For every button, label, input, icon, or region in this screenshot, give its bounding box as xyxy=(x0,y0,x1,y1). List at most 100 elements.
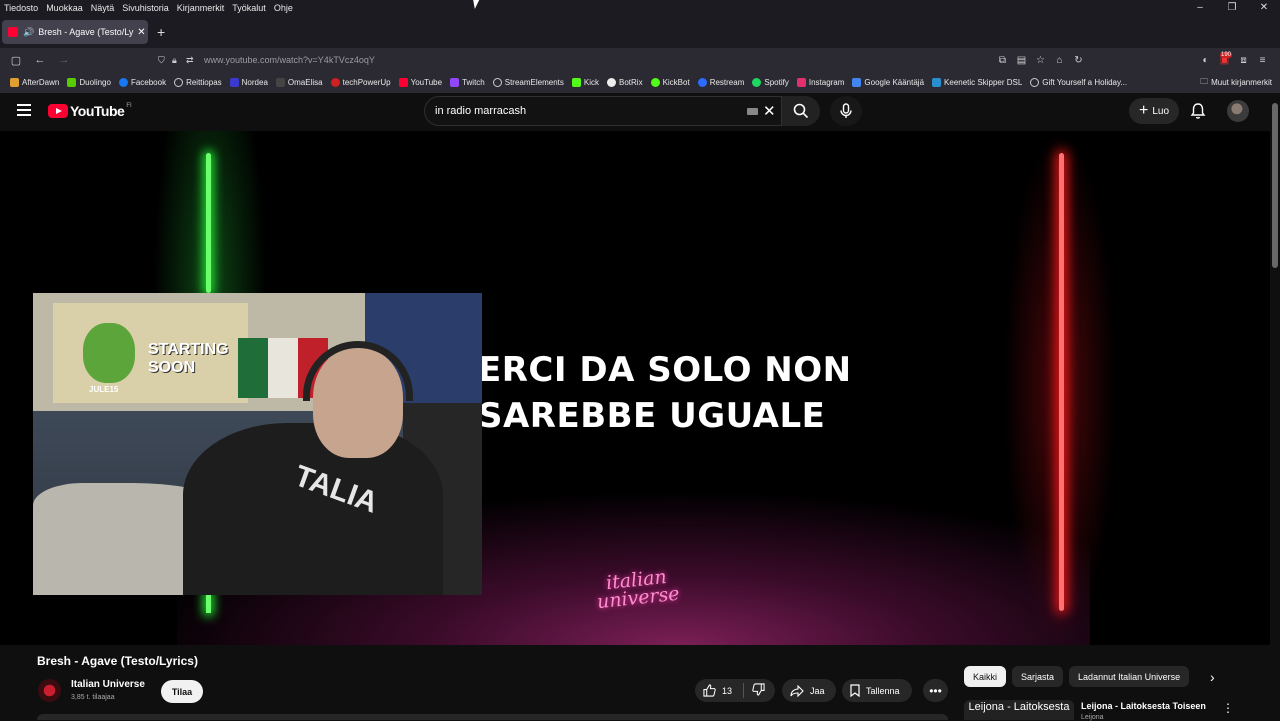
shield-icon[interactable]: ⛉ xyxy=(158,55,172,66)
bookmark-spotify[interactable]: Spotify xyxy=(752,78,789,87)
permissions-icon[interactable]: ⇄ xyxy=(186,55,200,66)
bookmark-techpowerup[interactable]: techPowerUp xyxy=(330,78,391,87)
home-icon[interactable]: ⌂ xyxy=(1050,55,1069,66)
search-query[interactable]: in radio marracash xyxy=(435,105,526,117)
dislike-button[interactable] xyxy=(744,683,765,698)
speaker-icon[interactable]: 🔊 xyxy=(23,27,34,38)
bookmark-keenetic[interactable]: Keenetic Skipper DSL xyxy=(932,78,1022,87)
page-scrollbar[interactable] xyxy=(1270,93,1280,720)
screenshot-icon[interactable]: ⧉ xyxy=(993,55,1012,66)
bookmark-duolingo[interactable]: Duolingo xyxy=(67,78,111,87)
notifications-button[interactable] xyxy=(1190,102,1206,125)
other-bookmarks[interactable]: 🗀 Muut kirjanmerkit xyxy=(1200,72,1272,93)
omaelisa-icon xyxy=(275,78,285,87)
bookmark-streamelements[interactable]: StreamElements xyxy=(492,78,564,87)
extension-dark-icon[interactable]: ◐ xyxy=(1196,55,1215,66)
menu-bookmarks[interactable]: Kirjanmerkit xyxy=(173,3,229,13)
menu-history[interactable]: Sivuhistoria xyxy=(118,3,173,13)
tab-active[interactable]: 🔊 Bresh - Agave (Testo/Lyrics) ✕ xyxy=(2,20,148,44)
bookmark-label: Gift Yourself a Holiday... xyxy=(1042,78,1128,87)
bookmark-google-translate[interactable]: Google Kääntäjä xyxy=(852,78,924,87)
menu-file[interactable]: Tiedosto xyxy=(0,3,42,13)
url-text[interactable]: www.youtube.com/watch?v=Y4kTVcz4oqY xyxy=(204,55,375,65)
chevron-right-icon[interactable]: › xyxy=(1210,669,1215,685)
menu-tools[interactable]: Työkalut xyxy=(228,3,270,13)
menu-edit[interactable]: Muokkaa xyxy=(42,3,87,13)
search-icon xyxy=(793,103,809,119)
bookmark-star-icon[interactable]: ☆ xyxy=(1031,55,1050,66)
channel-avatar[interactable] xyxy=(38,679,61,702)
poster-text: STARTING SOON xyxy=(148,341,229,377)
bookmark-kickbot[interactable]: KickBot xyxy=(650,78,690,87)
green-neon-bar-bottom xyxy=(206,593,211,613)
channel-name[interactable]: Italian Universe xyxy=(71,679,145,690)
bookmark-label: Google Kääntäjä xyxy=(864,78,925,87)
description-box[interactable] xyxy=(37,714,948,720)
scrollbar-thumb[interactable] xyxy=(1272,103,1278,268)
like-button[interactable]: 13 xyxy=(695,684,743,697)
youtube-logo[interactable]: YouTube FI xyxy=(48,103,132,119)
window-controls: – ❐ ✕ xyxy=(1184,0,1280,16)
create-label: Luo xyxy=(1152,105,1170,117)
bookmark-label: YouTube xyxy=(410,78,443,87)
bookmark-restream[interactable]: Restream xyxy=(697,78,745,87)
bookmark-label: StreamElements xyxy=(504,78,564,87)
search-input[interactable]: in radio marracash ✕ xyxy=(424,96,782,126)
save-button[interactable]: Tallenna xyxy=(842,679,912,702)
recommendation-menu-icon[interactable]: ⋮ xyxy=(1222,701,1234,715)
clear-search-icon[interactable]: ✕ xyxy=(763,102,776,120)
search-button[interactable] xyxy=(782,96,820,126)
restore-icon[interactable]: ❐ xyxy=(1216,0,1248,16)
chip-series[interactable]: Sarjasta xyxy=(1012,666,1064,687)
bookmark-reittiopas[interactable]: Reittiopas xyxy=(174,78,222,87)
app-menu-icon[interactable]: ≡ xyxy=(1253,55,1272,66)
keyboard-icon[interactable] xyxy=(747,108,758,115)
new-tab-icon[interactable]: + xyxy=(157,24,165,40)
extensions-icon[interactable]: ⧈ xyxy=(1234,55,1253,66)
recommendation-thumbnail[interactable]: Leijona - Laitoksesta xyxy=(964,700,1074,720)
sidebar-icon[interactable]: ▢ xyxy=(4,54,28,67)
menu-help[interactable]: Ohje xyxy=(270,3,297,13)
forward-icon[interactable]: → xyxy=(52,54,76,66)
bookmark-afterdawn[interactable]: AfterDawn xyxy=(10,78,59,87)
bookmark-omaelisa[interactable]: OmaElisa xyxy=(275,78,323,87)
techpowerup-icon xyxy=(330,78,340,87)
extension-badge-icon[interactable]: ▣ 190 xyxy=(1215,51,1234,66)
recommendation-title[interactable]: Leijona - Laitoksesta Toiseen xyxy=(1081,701,1206,711)
url-bar[interactable]: ⛉ 🔒︎ ⇄ www.youtube.com/watch?v=Y4kTVcz4o… xyxy=(154,50,990,70)
bookmark-kick[interactable]: Kick xyxy=(571,78,599,87)
hamburger-menu-icon[interactable] xyxy=(17,104,31,119)
reader-view-icon[interactable]: ▤ xyxy=(1012,55,1031,66)
tab-close-icon[interactable]: ✕ xyxy=(137,27,145,38)
bookmark-youtube[interactable]: YouTube xyxy=(398,78,443,87)
bookmark-label: Restream xyxy=(709,78,745,87)
youtube-play-icon xyxy=(48,104,68,118)
bookmark-label: Duolingo xyxy=(79,78,111,87)
reload-icon[interactable]: ↻ xyxy=(1069,55,1088,66)
more-actions-button[interactable]: ••• xyxy=(923,679,948,702)
bookmark-label: techPowerUp xyxy=(342,78,391,87)
menu-view[interactable]: Näytä xyxy=(87,3,119,13)
chip-all[interactable]: Kaikki xyxy=(964,666,1007,687)
bookmark-label: OmaElisa xyxy=(287,78,323,87)
bookmark-label: Twitch xyxy=(462,78,485,87)
chip-uploaded-by[interactable]: Ladannut Italian Universe xyxy=(1069,666,1190,687)
close-window-icon[interactable]: ✕ xyxy=(1248,0,1280,16)
bookmark-facebook[interactable]: Facebook xyxy=(118,78,166,87)
bookmark-twitch[interactable]: Twitch xyxy=(450,78,485,87)
bookmark-gift[interactable]: Gift Yourself a Holiday... xyxy=(1030,78,1127,87)
share-button[interactable]: Jaa xyxy=(782,679,836,702)
lock-icon[interactable]: 🔒︎ xyxy=(172,55,186,66)
video-player[interactable]: ERCI DA SOLO NON SAREBBE UGUALE italian … xyxy=(0,131,1270,645)
minimize-icon[interactable]: – xyxy=(1184,0,1216,16)
account-avatar[interactable] xyxy=(1227,100,1249,122)
subscribe-button[interactable]: Tilaa xyxy=(161,680,203,703)
bookmark-botrix[interactable]: BotRix xyxy=(607,78,643,87)
keenetic-icon xyxy=(932,78,942,87)
voice-search-button[interactable] xyxy=(830,96,862,126)
lyric-text: ERCI DA SOLO NON SAREBBE UGUALE xyxy=(478,347,852,439)
create-button[interactable]: + Luo xyxy=(1129,98,1180,124)
back-icon[interactable]: ← xyxy=(28,54,52,66)
bookmark-instagram[interactable]: Instagram xyxy=(796,78,844,87)
bookmark-nordea[interactable]: Nordea xyxy=(229,78,268,87)
